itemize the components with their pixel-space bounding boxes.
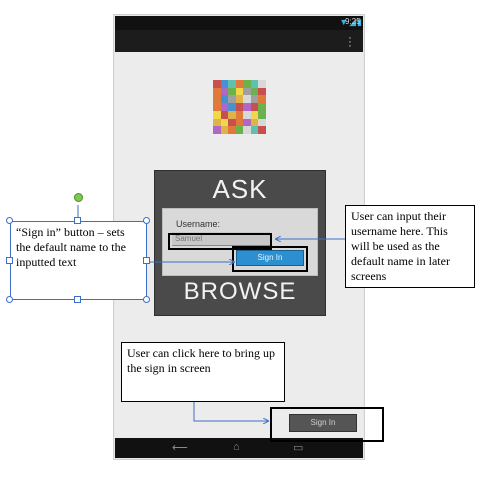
- signin-button-callout: “Sign in” button – sets the default name…: [10, 221, 147, 300]
- bring-up-signin-callout-text: User can click here to bring up the sign…: [127, 346, 275, 375]
- resize-handle-br[interactable]: [143, 296, 150, 303]
- resize-handle-bl[interactable]: [6, 296, 13, 303]
- resize-handle-b[interactable]: [74, 296, 81, 303]
- username-callout-text: User can input their username here. This…: [351, 209, 450, 283]
- bottom-connector: [193, 402, 268, 421]
- resize-handle-tr[interactable]: [143, 217, 150, 224]
- resize-handle-t[interactable]: [74, 217, 81, 224]
- username-callout: User can input their username here. This…: [345, 205, 475, 288]
- resize-handle-tl[interactable]: [6, 217, 13, 224]
- rotate-handle[interactable]: [74, 193, 83, 202]
- signin-button-callout-text: “Sign in” button – sets the default name…: [16, 225, 126, 269]
- resize-handle-r[interactable]: [143, 257, 150, 264]
- bring-up-signin-callout: User can click here to bring up the sign…: [121, 342, 285, 402]
- resize-handle-l[interactable]: [6, 257, 13, 264]
